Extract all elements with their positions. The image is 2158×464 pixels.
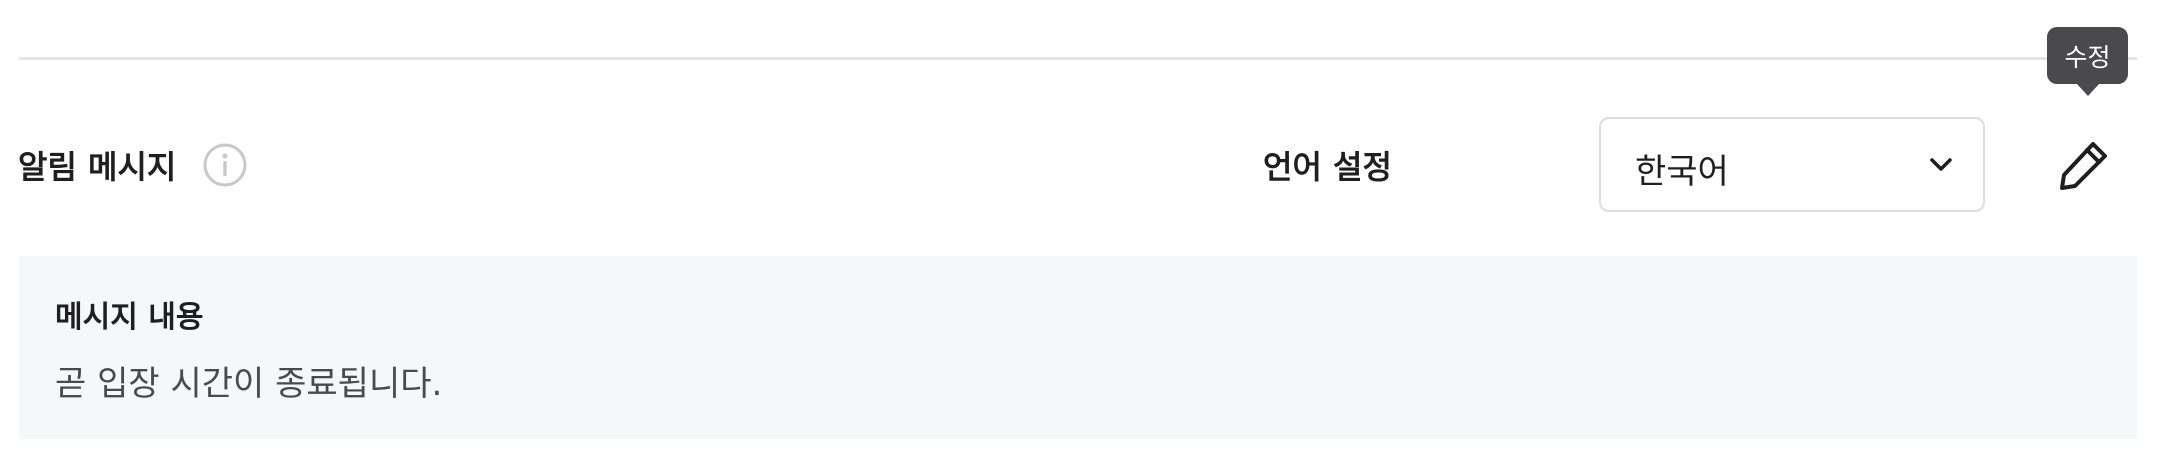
message-content-heading: 메시지 내용 [55,300,204,335]
message-content-panel: 메시지 내용 곧 입장 시간이 종료됩니다. [19,256,2137,439]
alert-message-label: 알림 메시지 [18,148,177,186]
edit-tooltip-label: 수정 [2064,42,2111,72]
chevron-down-icon [1928,154,1954,176]
info-circle-icon[interactable] [202,142,248,188]
edit-tooltip: 수정 [2047,27,2128,84]
language-setting-label: 언어 설정 [1263,148,1392,186]
edit-button[interactable] [2056,137,2112,193]
message-content-text: 곧 입장 시간이 종료됩니다. [55,364,443,404]
language-select-value: 한국어 [1635,152,1729,192]
section-divider [19,57,2137,60]
language-select[interactable]: 한국어 [1599,117,1985,212]
edit-tooltip-arrow [2077,84,2099,96]
pencil-icon [2060,142,2107,190]
